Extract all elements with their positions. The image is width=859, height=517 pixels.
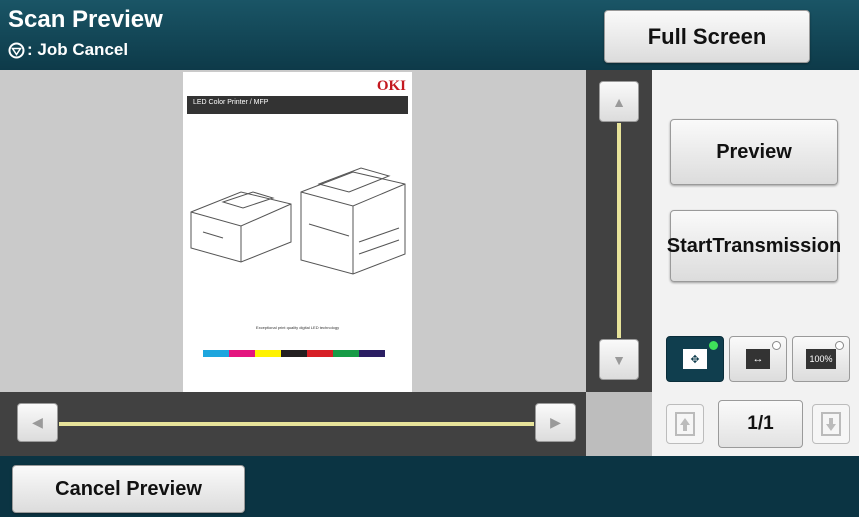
mode-indicator-dot xyxy=(709,341,718,350)
next-page-button[interactable] xyxy=(812,404,850,444)
scan-preview-area[interactable]: OKI LED Color Printer / MFP Exceptional … xyxy=(0,70,586,392)
fit-width-icon: ↔ xyxy=(746,349,770,369)
full-screen-button[interactable]: Full Screen xyxy=(604,10,810,63)
swatch-red xyxy=(307,350,333,357)
swatch-green xyxy=(333,350,359,357)
actual-size-icon: 100% xyxy=(806,349,836,369)
document-header-bar: LED Color Printer / MFP xyxy=(187,96,408,114)
start-label-line1: Start xyxy=(666,235,713,257)
arrow-down-icon: ▼ xyxy=(612,351,626,368)
swatch-yellow xyxy=(255,350,281,357)
swatch-magenta xyxy=(229,350,255,357)
swatch-black xyxy=(281,350,307,357)
document-header-text: LED Color Printer / MFP xyxy=(193,99,269,106)
fit-width-mode-button[interactable]: ↔ xyxy=(729,336,787,382)
page-indicator: 1/1 xyxy=(718,400,803,448)
swatch-cyan xyxy=(203,350,229,357)
arrow-left-icon: ◀ xyxy=(32,414,43,430)
vertical-scroll-track[interactable] xyxy=(617,123,621,338)
scroll-right-button[interactable]: ▶ xyxy=(535,403,576,442)
stop-key-icon xyxy=(8,42,25,58)
horizontal-scrollbar[interactable]: ◀ ▶ xyxy=(0,392,586,456)
pager-filler xyxy=(586,392,652,456)
page-up-icon xyxy=(675,412,695,436)
mode-indicator-dot xyxy=(835,341,844,350)
color-swatch-row xyxy=(203,350,385,357)
mode-indicator-dot xyxy=(772,341,781,350)
start-transmission-button[interactable]: Start Transmission xyxy=(666,210,842,282)
vertical-scrollbar[interactable]: ▲ ▼ xyxy=(586,70,652,392)
actual-size-mode-button[interactable]: 100% xyxy=(792,336,850,382)
previous-page-button[interactable] xyxy=(666,404,704,444)
fit-page-icon: ✥ xyxy=(683,349,707,369)
printer-illustration xyxy=(190,167,406,275)
arrow-up-icon: ▲ xyxy=(612,93,626,110)
scroll-left-button[interactable]: ◀ xyxy=(17,403,58,442)
cancel-preview-button[interactable]: Cancel Preview xyxy=(12,465,245,513)
scroll-up-button[interactable]: ▲ xyxy=(599,81,639,122)
job-cancel-hint: : Job Cancel xyxy=(8,40,128,60)
page-down-icon xyxy=(821,412,841,436)
arrow-right-icon: ▶ xyxy=(550,414,561,430)
start-label-line2: Transmission xyxy=(712,235,842,257)
fit-page-mode-button[interactable]: ✥ xyxy=(666,336,724,382)
document-tagline: Exceptional print quality digital LED te… xyxy=(255,325,340,330)
horizontal-scroll-track[interactable] xyxy=(59,422,534,426)
scroll-down-button[interactable]: ▼ xyxy=(599,339,639,380)
page-title: Scan Preview xyxy=(8,6,163,33)
preview-button[interactable]: Preview xyxy=(670,119,838,185)
job-cancel-label: : Job Cancel xyxy=(27,40,129,59)
scanned-page-thumbnail: OKI LED Color Printer / MFP Exceptional … xyxy=(183,72,412,392)
brand-logo: OKI xyxy=(376,78,406,94)
swatch-navy xyxy=(359,350,385,357)
